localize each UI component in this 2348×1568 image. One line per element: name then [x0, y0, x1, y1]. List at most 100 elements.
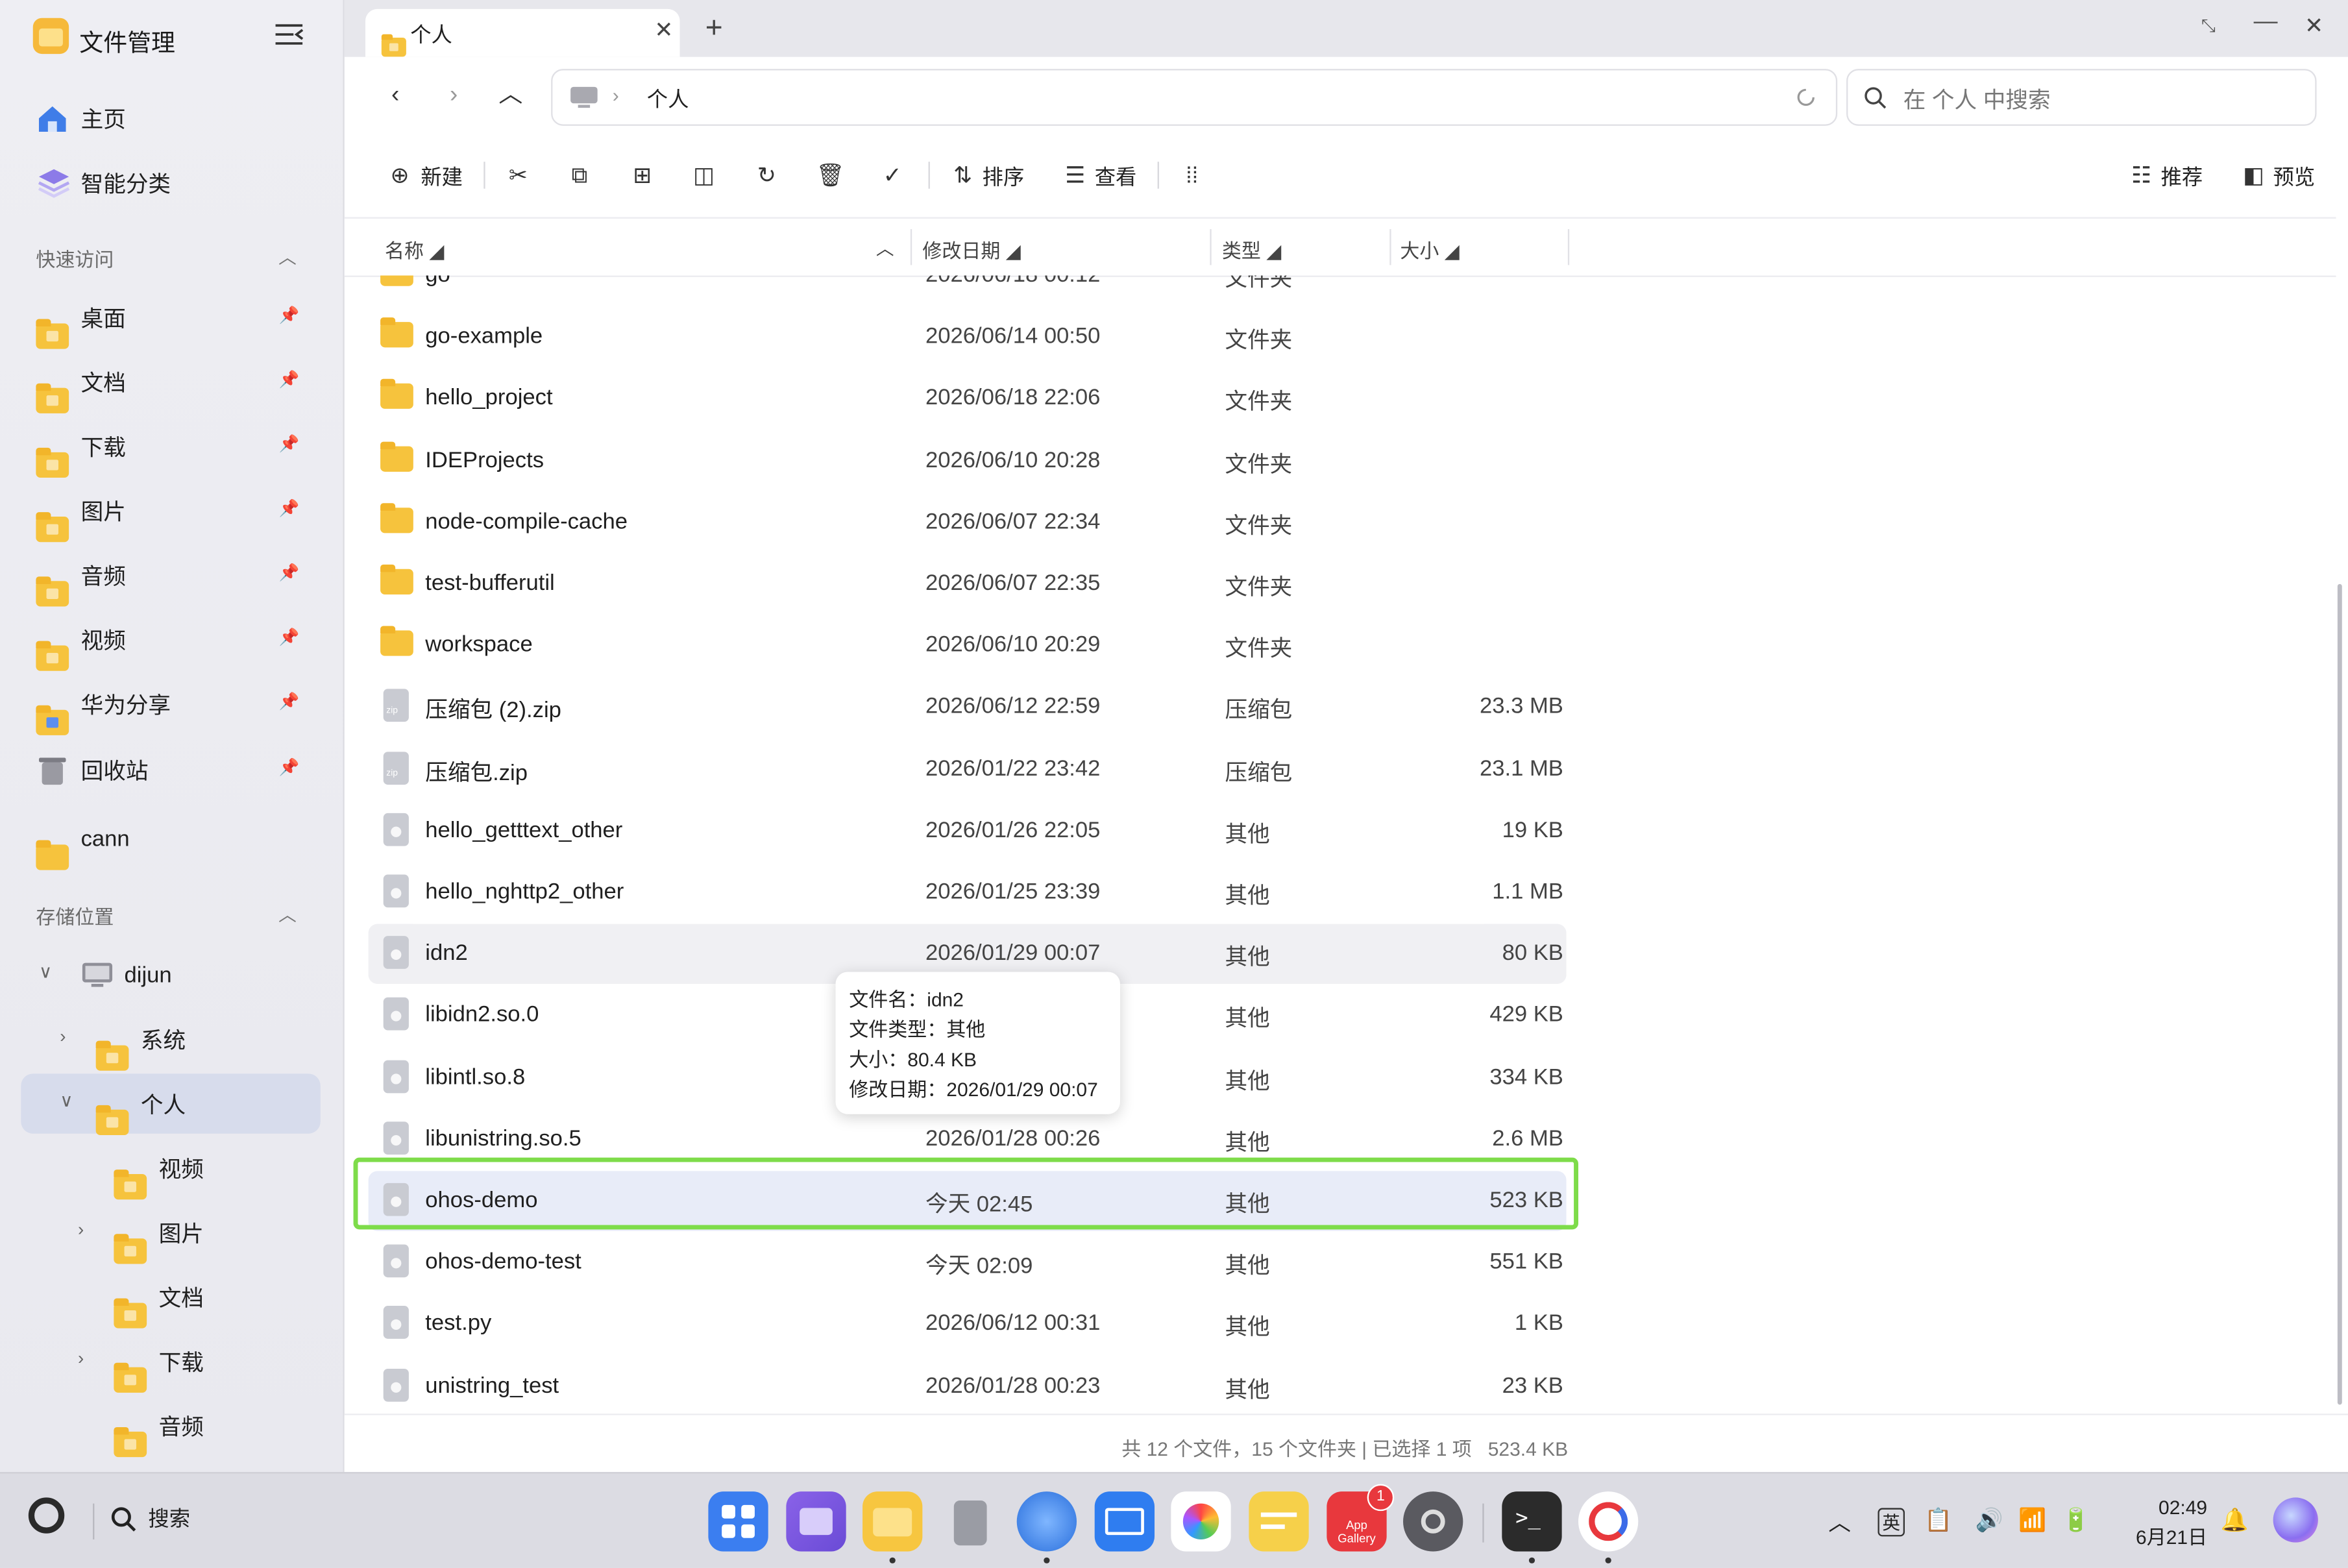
sidebar-item-recycle-bin[interactable]: 回收站 📌 — [21, 740, 320, 800]
recommend-button[interactable]: ☷ 推荐 — [2128, 160, 2203, 193]
more-button[interactable]: ⁞⁞ — [1179, 160, 1206, 193]
multitask-icon[interactable] — [786, 1491, 846, 1552]
sort-button[interactable]: ⇅ 排序 — [949, 160, 1024, 193]
notification-bell-icon[interactable]: 🔔 — [2221, 1506, 2249, 1534]
tab-personal[interactable]: 个人 ✕ — [365, 8, 680, 57]
file-row[interactable]: 压缩包.zip 2026/01/22 23:42 压缩包 23.1 MB — [369, 739, 1567, 799]
sidebar-item-desktop[interactable]: 桌面 📌 — [21, 288, 320, 349]
tree-item-videos[interactable]: 视频 — [21, 1138, 320, 1199]
mail-icon[interactable] — [1094, 1491, 1155, 1552]
sidebar-item-huawei-share[interactable]: 华为分享 📌 — [21, 674, 320, 735]
sidebar-item-documents[interactable]: 文档 📌 — [21, 352, 320, 413]
file-manager-icon[interactable] — [862, 1491, 923, 1552]
share-button[interactable]: ↻ — [753, 160, 781, 193]
cut-button[interactable]: ✂ — [505, 160, 532, 193]
select-button[interactable]: ✓ — [879, 160, 906, 193]
breadcrumb-item[interactable]: 个人 — [647, 84, 689, 114]
copy-button[interactable]: ⧉ — [566, 160, 593, 193]
clock-time[interactable]: 02:49 — [2133, 1496, 2207, 1519]
app-gallery-icon[interactable]: App Gallery 1 — [1327, 1484, 1395, 1552]
up-button[interactable]: ︿ — [491, 78, 530, 114]
tree-item-documents[interactable]: 文档 — [21, 1267, 320, 1328]
scrollbar[interactable] — [2337, 583, 2342, 1405]
file-row[interactable]: hello_getttext_other 2026/01/26 22:05 其他 19… — [369, 801, 1567, 861]
chevron-down-icon[interactable]: ∨ — [39, 961, 52, 982]
paste-button[interactable]: ⊞ — [629, 160, 656, 193]
refresh-icon[interactable] — [1794, 86, 1818, 110]
sidebar-item-home[interactable]: 主页 — [21, 88, 320, 148]
pin-icon[interactable]: 📌 — [279, 434, 300, 454]
volume-icon[interactable]: 🔊 — [1975, 1506, 2003, 1534]
file-row[interactable]: test.py 2026/06/12 00:31 其他 1 KB — [369, 1294, 1567, 1354]
trash-dock-icon[interactable] — [940, 1491, 1000, 1551]
tree-item-downloads[interactable]: › 下载 — [21, 1331, 320, 1392]
tree-item-pictures[interactable]: › 图片 — [21, 1203, 320, 1264]
address-bar[interactable]: › 个人 — [551, 69, 1838, 126]
app-launcher-icon[interactable] — [708, 1491, 768, 1552]
file-row[interactable]: go 2026/06/18 00:12 文件夹 — [369, 275, 1567, 306]
sidebar-item-smart-category[interactable]: 智能分类 — [21, 153, 320, 212]
codearts-icon[interactable] — [1578, 1491, 1639, 1552]
pin-icon[interactable]: 📌 — [279, 498, 300, 519]
pin-icon[interactable]: 📌 — [279, 692, 300, 711]
minimize-window-icon[interactable]: — — [2254, 9, 2278, 36]
assistant-icon[interactable] — [2273, 1497, 2318, 1543]
file-row[interactable]: workspace 2026/06/10 20:29 文件夹 — [369, 616, 1567, 676]
pin-icon[interactable]: 📌 — [279, 758, 300, 778]
view-button[interactable]: ☰ 查看 — [1062, 160, 1136, 193]
settings-icon[interactable] — [1403, 1491, 1463, 1552]
tree-item-device[interactable]: ∨ dijun — [21, 945, 320, 1005]
tree-item-system[interactable]: › 系统 — [21, 1009, 320, 1070]
clock-date[interactable]: 6月21日 — [2127, 1521, 2207, 1550]
browser-icon[interactable] — [1016, 1491, 1077, 1552]
file-row[interactable]: go-example 2026/06/14 00:50 文件夹 — [369, 307, 1567, 367]
sidebar-item-audio[interactable]: 音频 📌 — [21, 545, 320, 606]
gallery-icon[interactable] — [1171, 1491, 1231, 1552]
new-button[interactable]: ⊕ 新建 — [386, 160, 463, 193]
file-row[interactable]: IDEProjects 2026/06/10 20:28 文件夹 — [369, 431, 1567, 491]
file-row[interactable]: test-bufferutil 2026/06/07 22:35 文件夹 — [369, 554, 1567, 614]
file-row[interactable]: 压缩包 (2).zip 2026/06/12 22:59 压缩包 23.3 MB — [369, 678, 1567, 737]
sidebar-item-pictures[interactable]: 图片 📌 — [21, 481, 320, 542]
quick-access-collapse-icon[interactable]: ︿ — [278, 244, 297, 269]
close-window-icon[interactable]: ✕ — [2305, 12, 2323, 39]
ime-indicator[interactable]: 英 — [1877, 1508, 1905, 1537]
tray-expand-icon[interactable]: ︿ — [1828, 1506, 1851, 1537]
tree-item-personal[interactable]: ∨ 个人 — [21, 1073, 321, 1134]
delete-button[interactable]: 🗑 — [816, 160, 845, 193]
search-input[interactable]: 在 个人 中搜索 — [1903, 84, 2051, 115]
start-button[interactable] — [28, 1497, 65, 1534]
new-tab-icon[interactable]: + — [705, 14, 723, 43]
column-type[interactable]: 类型 ◢ — [1222, 235, 1281, 263]
sidebar-toggle-button[interactable] — [273, 21, 306, 48]
chevron-right-icon[interactable]: › — [60, 1026, 66, 1047]
tree-item-audio[interactable]: 音频 — [21, 1395, 320, 1456]
battery-icon[interactable]: 🔋 — [2062, 1506, 2090, 1534]
pin-icon[interactable]: 📌 — [279, 306, 300, 325]
back-button[interactable]: ‹ — [376, 78, 415, 114]
pin-icon[interactable]: 📌 — [279, 628, 300, 647]
file-row[interactable]: hello_nghttp2_other 2026/01/25 23:39 其他 1.1… — [369, 863, 1567, 922]
chevron-down-icon[interactable]: ∨ — [60, 1090, 73, 1111]
sidebar-item-downloads[interactable]: 下载 📌 — [21, 416, 320, 477]
sidebar-item-cann[interactable]: cann — [21, 809, 320, 870]
terminal-icon[interactable]: >_ — [1502, 1491, 1562, 1552]
chevron-right-icon[interactable]: › — [78, 1348, 84, 1369]
file-row[interactable]: ohos-demo-test 今天 02:09 其他 551 KB — [369, 1232, 1567, 1292]
file-row[interactable]: hello_project 2026/06/18 22:06 文件夹 — [369, 369, 1567, 429]
notes-icon[interactable] — [1249, 1491, 1309, 1552]
preview-button[interactable]: ◧ 预览 — [2240, 160, 2315, 193]
restore-window-icon[interactable]: ⤡ — [2201, 15, 2216, 38]
rename-button[interactable]: ◫ — [691, 160, 718, 193]
storage-collapse-icon[interactable]: ︿ — [278, 901, 297, 927]
taskbar-search[interactable]: 搜索 — [111, 1504, 190, 1534]
sidebar-item-videos[interactable]: 视频 📌 — [21, 609, 320, 670]
clipboard-icon[interactable]: 📋 — [1924, 1506, 1952, 1534]
wifi-icon[interactable]: 📶 — [2018, 1506, 2046, 1534]
file-row[interactable]: node-compile-cache 2026/06/07 22:34 文件夹 — [369, 493, 1567, 552]
forward-button[interactable]: › — [434, 78, 473, 114]
close-tab-icon[interactable]: ✕ — [654, 16, 673, 43]
search-box[interactable]: 在 个人 中搜索 — [1846, 69, 2317, 126]
chevron-right-icon[interactable]: › — [78, 1219, 84, 1240]
column-size[interactable]: 大小 ◢ — [1400, 235, 1459, 263]
